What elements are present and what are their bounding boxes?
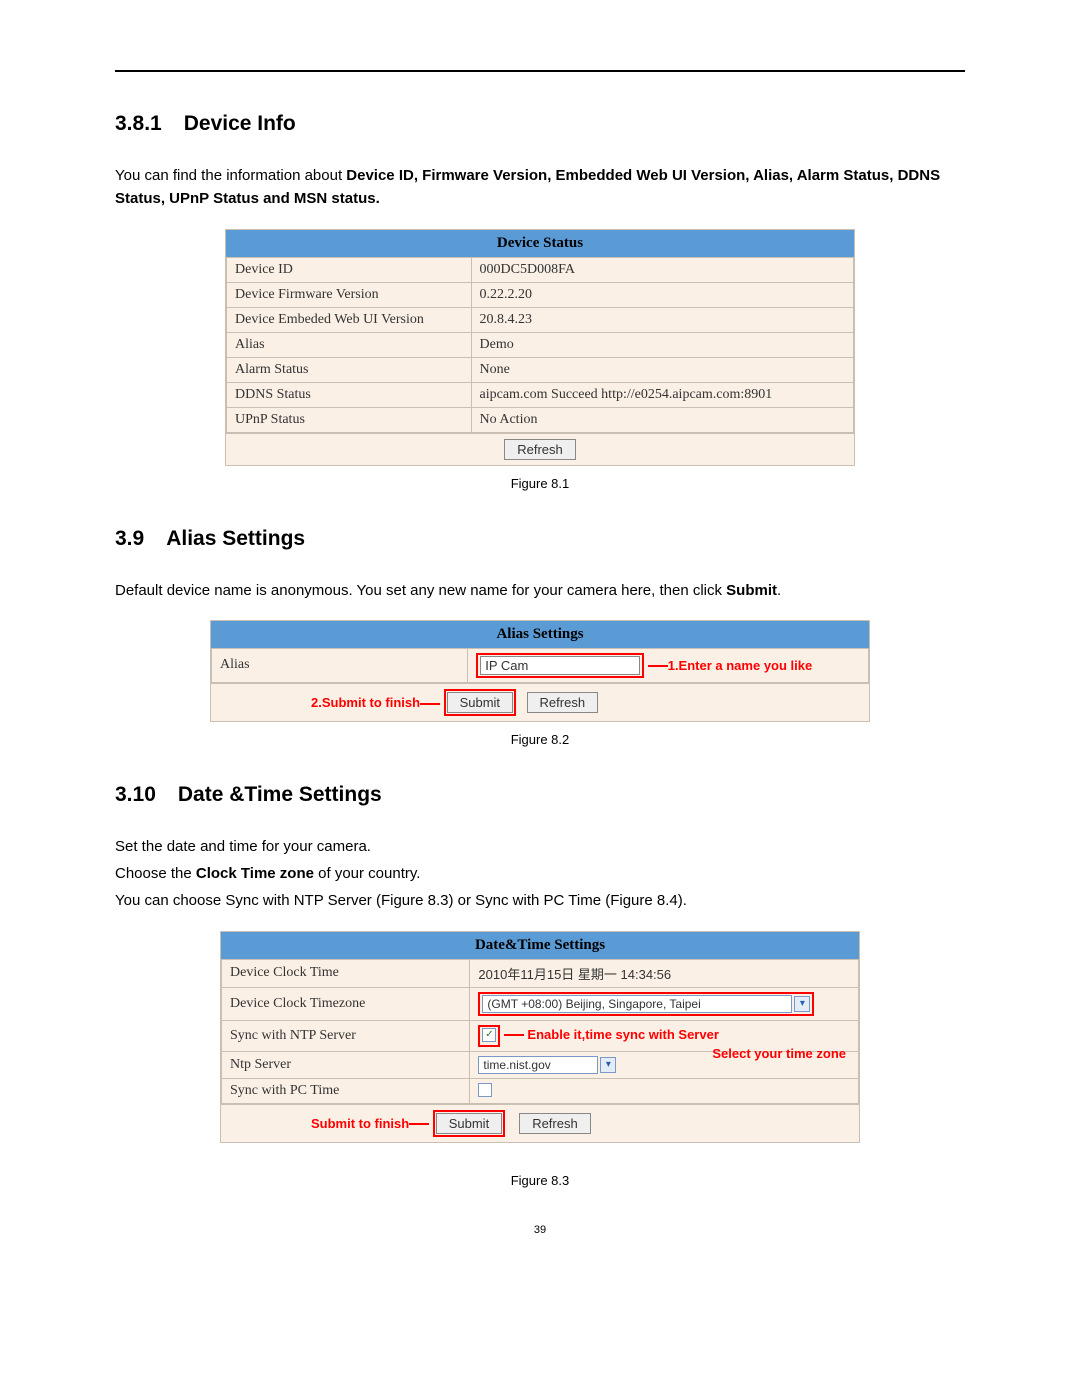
table-row: Alias IP Cam 1.Enter a name you like: [212, 648, 869, 682]
alias-table: Alias IP Cam 1.Enter a name you like: [211, 648, 869, 683]
annotation-submit-finish: Submit to finish: [311, 1116, 409, 1131]
ntp-sync-checkbox[interactable]: ✓: [482, 1028, 496, 1042]
figure-caption: Figure 8.3: [115, 1173, 965, 1188]
datetime-panel: Date&Time Settings Device Clock Time 201…: [220, 931, 860, 1143]
table-row: Sync with NTP Server ✓ Enable it,time sy…: [222, 1020, 859, 1051]
submit-wrap: Submit: [433, 1110, 505, 1137]
figure-caption: Figure 8.1: [115, 476, 965, 491]
figure-caption: Figure 8.2: [115, 732, 965, 747]
pc-sync-checkbox[interactable]: [478, 1083, 492, 1097]
annotation-select-tz: Select your time zone: [712, 1046, 846, 1061]
ntp-checkbox-wrap: ✓: [478, 1025, 500, 1047]
datetime-header: Date&Time Settings: [221, 932, 859, 959]
refresh-button[interactable]: Refresh: [527, 692, 599, 713]
table-row: Device Embeded Web UI Version20.8.4.23: [227, 307, 854, 332]
heading-alias-settings: 3.9 Alias Settings: [115, 527, 965, 551]
device-status-header: Device Status: [226, 230, 854, 257]
annotation-submit-finish: 2.Submit to finish: [311, 695, 420, 710]
device-status-panel: Device Status Device ID000DC5D008FA Devi…: [225, 229, 855, 466]
table-row: Sync with PC Time: [222, 1078, 859, 1103]
alias-panel: Alias Settings Alias IP Cam 1.Enter a na…: [210, 620, 870, 722]
timezone-select[interactable]: (GMT +08:00) Beijing, Singapore, Taipei: [482, 995, 792, 1013]
dt-intro3: You can choose Sync with NTP Server (Fig…: [115, 889, 965, 912]
submit-button[interactable]: Submit: [447, 692, 513, 713]
heading-device-info: 3.8.1 Device Info: [115, 112, 965, 136]
device-status-footer: Refresh: [226, 433, 854, 465]
submit-button[interactable]: Submit: [436, 1113, 502, 1134]
device-info-intro: You can find the information about Devic…: [115, 164, 965, 211]
chevron-down-icon[interactable]: ▾: [600, 1057, 616, 1073]
dt-intro2: Choose the Clock Time zone of your count…: [115, 862, 965, 885]
chevron-down-icon[interactable]: ▾: [794, 996, 810, 1012]
ntp-server-select[interactable]: time.nist.gov: [478, 1056, 598, 1074]
top-rule: [115, 70, 965, 72]
heading-title: Device Info: [184, 112, 296, 135]
dt-intro1: Set the date and time for your camera.: [115, 835, 965, 858]
alias-footer: 2.Submit to finish Submit Refresh: [211, 683, 869, 721]
heading-title: Date &Time Settings: [178, 783, 382, 806]
refresh-button[interactable]: Refresh: [519, 1113, 591, 1134]
heading-num: 3.9: [115, 527, 144, 550]
heading-num: 3.10: [115, 783, 156, 806]
table-row: Alarm StatusNone: [227, 357, 854, 382]
heading-num: 3.8.1: [115, 112, 162, 135]
device-status-table: Device ID000DC5D008FA Device Firmware Ve…: [226, 257, 854, 433]
datetime-footer: Submit to finish Submit Refresh: [221, 1104, 859, 1142]
annotation-enable-sync: Enable it,time sync with Server: [527, 1027, 718, 1042]
timezone-select-wrap: (GMT +08:00) Beijing, Singapore, Taipei …: [478, 992, 814, 1016]
refresh-button[interactable]: Refresh: [504, 439, 576, 460]
annotation-enter-name: 1.Enter a name you like: [648, 658, 813, 673]
table-row: Device Firmware Version0.22.2.20: [227, 282, 854, 307]
table-row: Device ID000DC5D008FA: [227, 257, 854, 282]
alias-input-wrap: IP Cam: [476, 653, 644, 678]
table-row: AliasDemo: [227, 332, 854, 357]
table-row: Device Clock Timezone (GMT +08:00) Beiji…: [222, 987, 859, 1020]
page-number: 39: [115, 1224, 965, 1236]
heading-datetime-settings: 3.10 Date &Time Settings: [115, 783, 965, 807]
heading-title: Alias Settings: [166, 527, 305, 550]
alias-header: Alias Settings: [211, 621, 869, 648]
table-row: DDNS Statusaipcam.com Succeed http://e02…: [227, 382, 854, 407]
table-row: UPnP StatusNo Action: [227, 407, 854, 432]
datetime-table: Device Clock Time 2010年11月15日 星期一 14:34:…: [221, 959, 859, 1104]
submit-wrap: Submit: [444, 689, 516, 716]
alias-intro: Default device name is anonymous. You se…: [115, 579, 965, 602]
alias-input[interactable]: IP Cam: [480, 656, 640, 675]
table-row: Device Clock Time 2010年11月15日 星期一 14:34:…: [222, 959, 859, 987]
